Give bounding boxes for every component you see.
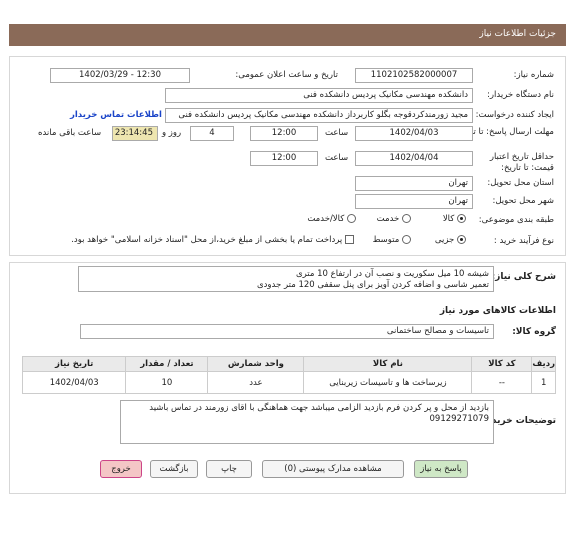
deadline-time-label: ساعت xyxy=(325,128,349,138)
need-number-label: شماره نیاز: xyxy=(513,70,554,80)
announce-label: تاریخ و ساعت اعلان عمومی: xyxy=(235,70,338,80)
deadline-date-field: 1402/04/03 xyxy=(355,126,473,141)
remaining-time-field: 23:14:45 xyxy=(112,126,158,141)
reply-button[interactable]: پاسخ به نیاز xyxy=(414,460,468,478)
col-row: ردیف xyxy=(531,356,556,372)
announce-field: 1402/03/29 - 12:30 xyxy=(50,68,190,83)
goods-table-header: ردیف کد کالا نام کالا واحد شمارش تعداد /… xyxy=(21,356,556,372)
province-label: استان محل تحویل: xyxy=(487,178,554,188)
buyer-notes-box: بازدید از محل و پر کردن فرم بازدید الزام… xyxy=(120,400,494,444)
buyer-field: دانشکده مهندسی مکانیک پردیس دانشکده فنی xyxy=(165,88,473,103)
description-label: شرح کلی نیاز: xyxy=(491,272,556,282)
process-option-medium[interactable]: متوسط xyxy=(373,235,411,245)
buyer-notes-line-2: 09129271079 xyxy=(429,414,490,424)
col-code: کد کالا xyxy=(471,356,533,372)
col-unit: واحد شمارش xyxy=(207,356,305,372)
process-option-minor[interactable]: جزیی xyxy=(435,235,466,245)
city-label: شهر محل تحویل: xyxy=(492,196,554,206)
back-button[interactable]: بازگشت xyxy=(150,460,198,478)
buyer-label: نام دستگاه خریدار: xyxy=(487,90,554,100)
cell-date: 1402/04/03 xyxy=(21,371,127,394)
cell-name: زیرساخت ها و تاسیسات زیربنایی xyxy=(303,371,473,394)
radio-icon[interactable] xyxy=(457,214,466,223)
contact-buyer-link[interactable]: اطلاعات تماس خریدار xyxy=(70,110,162,120)
cell-qty: 10 xyxy=(125,371,209,394)
goods-group-field: تاسیسات و مصالح ساختمانی xyxy=(80,324,494,339)
remaining-label: ساعت باقی مانده xyxy=(38,128,102,138)
cell-unit: عدد xyxy=(207,371,305,394)
radio-icon[interactable] xyxy=(457,235,466,244)
col-qty: تعداد / مقدار xyxy=(125,356,209,372)
radio-icon[interactable] xyxy=(402,214,411,223)
min-price-label: حداقل تاریخ اعتبار قیمت: تا تاریخ: xyxy=(489,152,554,173)
treasury-payment-checkbox[interactable]: پرداخت تمام یا بخشی از مبلغ خرید،از محل … xyxy=(71,235,354,245)
page-title: جزئیات اطلاعات نیاز xyxy=(479,29,556,39)
radio-icon[interactable] xyxy=(347,214,356,223)
radio-icon[interactable] xyxy=(402,235,411,244)
days-field: 4 xyxy=(190,126,234,141)
min-price-date-field: 1402/04/04 xyxy=(355,151,473,166)
checkbox-icon[interactable] xyxy=(345,235,354,244)
category-option-goods[interactable]: کالا xyxy=(443,214,466,224)
description-textarea[interactable]: شیشه 10 میل سکوریت و نصب آن در ارتفاع 10… xyxy=(78,266,494,292)
goods-table: ردیف کد کالا نام کالا واحد شمارش تعداد /… xyxy=(21,356,556,394)
print-button[interactable]: چاپ xyxy=(206,460,252,478)
process-label: نوع فرآیند خرید : xyxy=(493,236,554,246)
table-row: 1 -- زیرساخت ها و تاسیسات زیربنایی عدد 1… xyxy=(21,371,556,394)
min-price-time-field: 12:00 xyxy=(250,151,318,166)
need-number-field: 1102102582000007 xyxy=(355,68,473,83)
min-price-time-label: ساعت xyxy=(325,153,349,163)
cell-row: 1 xyxy=(531,371,556,394)
description-line-2: تعمیر شاسی و اضافه کردن آویز برای پنل سق… xyxy=(256,280,489,290)
province-field: تهران xyxy=(355,176,473,191)
creator-label: ایجاد کننده درخواست: xyxy=(475,110,554,120)
days-label: روز و xyxy=(162,128,182,138)
buyer-notes-line-1: بازدید از محل و پر کردن فرم بازدید الزام… xyxy=(149,403,489,413)
city-field: تهران xyxy=(355,194,473,209)
page-title-bar: جزئیات اطلاعات نیاز xyxy=(9,24,566,46)
description-line-1: شیشه 10 میل سکوریت و نصب آن در ارتفاع 10… xyxy=(295,269,489,279)
col-date: تاریخ نیاز xyxy=(21,356,127,372)
goods-section-title: اطلاعات کالاهای مورد نیاز xyxy=(439,306,556,316)
creator-field: مجید زورمندکردقوجه بگلو کاربرداز دانشکده… xyxy=(165,108,473,123)
attachments-button[interactable]: مشاهده مدارک پیوستی (0) xyxy=(262,460,404,478)
exit-button[interactable]: خروج xyxy=(100,460,142,478)
goods-group-label: گروه کالا: xyxy=(512,327,556,337)
deadline-time-field: 12:00 xyxy=(250,126,318,141)
col-name: نام کالا xyxy=(303,356,473,372)
category-option-service[interactable]: خدمت xyxy=(377,214,411,224)
category-option-goods-service[interactable]: کالا/خدمت xyxy=(307,214,356,224)
page-frame: جزئیات اطلاعات نیاز شماره نیاز: 11021025… xyxy=(0,0,576,557)
cell-code: -- xyxy=(471,371,533,394)
category-label: طبقه بندی موضوعی: xyxy=(478,215,554,225)
